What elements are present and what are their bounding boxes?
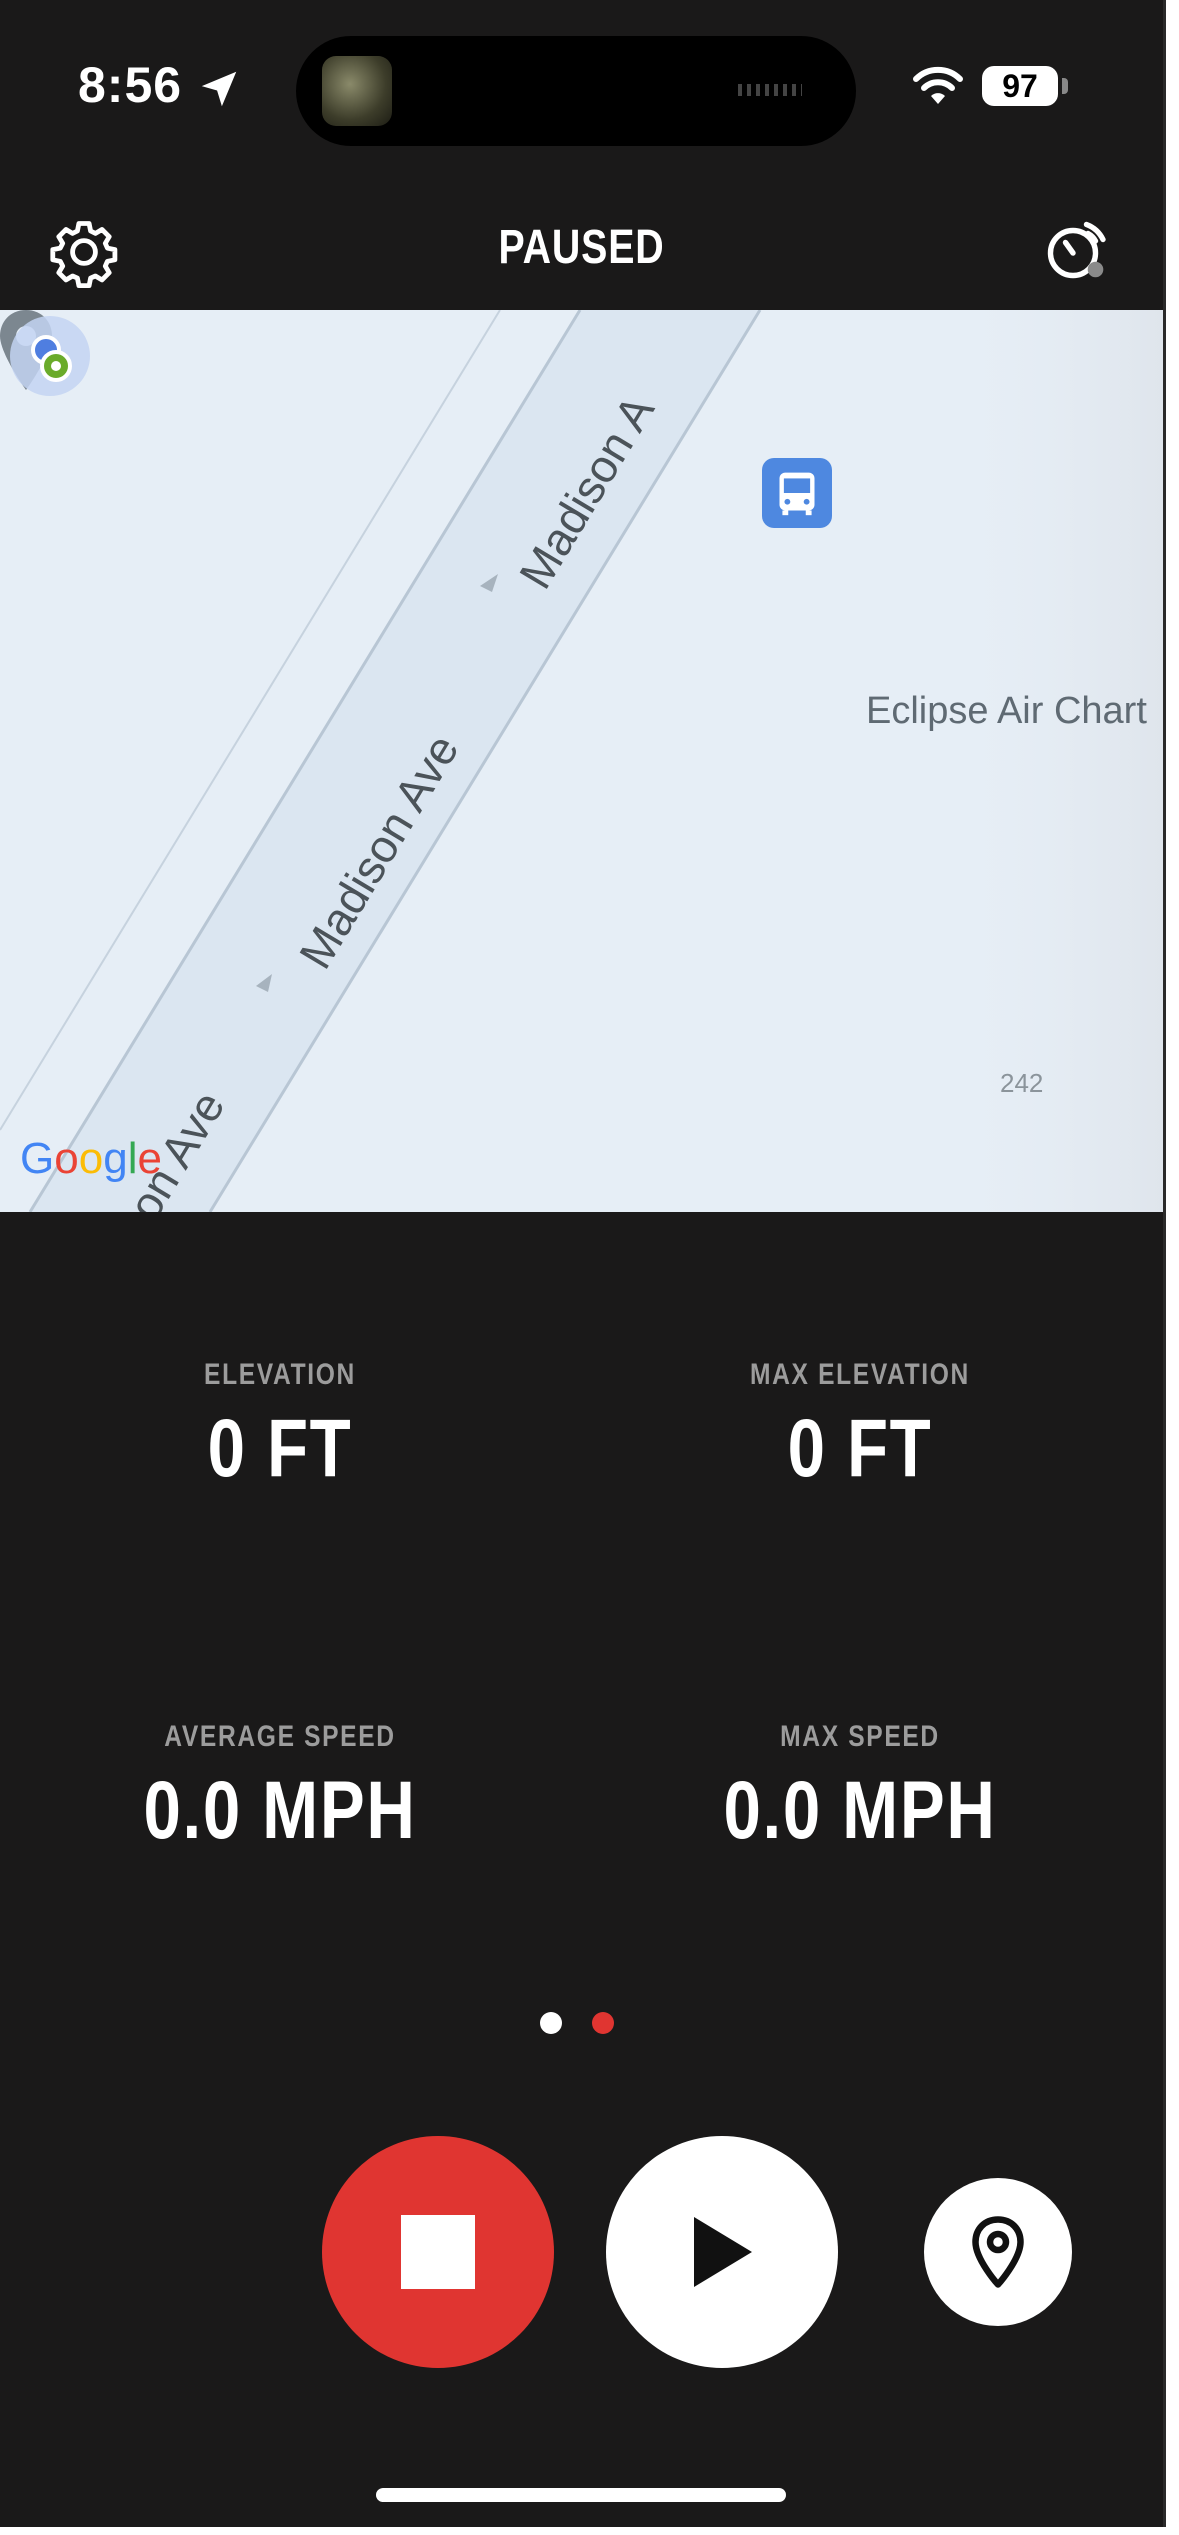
stat-value: 0 FT xyxy=(207,1403,353,1494)
current-location-icon xyxy=(10,316,90,396)
google-logo: Google xyxy=(20,1134,162,1183)
stat-elevation: ELEVATION 0 FT xyxy=(0,1358,560,1496)
stats-panel: ELEVATION 0 FT MAX ELEVATION 0 FT AVERAG… xyxy=(0,1212,1163,2012)
road-number-label: 242 xyxy=(1000,1068,1044,1098)
page-indicator[interactable] xyxy=(540,2012,640,2042)
auto-pause-timer-icon[interactable] xyxy=(1040,214,1112,286)
waveform-indicator xyxy=(738,84,802,96)
app-screen: 8:56 97 PAUSED Madison A Madison Ave iso… xyxy=(0,0,1166,2527)
app-header: PAUSED xyxy=(0,170,1163,310)
page-title: PAUSED xyxy=(498,221,665,274)
battery-cap xyxy=(1062,78,1068,94)
stat-label: MAX ELEVATION xyxy=(750,1358,970,1391)
page-dot-1[interactable] xyxy=(540,2012,562,2034)
stat-value: 0.0 MPH xyxy=(723,1765,997,1856)
dynamic-island xyxy=(296,36,856,146)
stat-label: AVERAGE SPEED xyxy=(164,1720,396,1753)
status-time: 8:56 xyxy=(78,57,183,113)
now-playing-thumbnail xyxy=(322,56,392,126)
resume-button[interactable] xyxy=(606,2136,838,2368)
wifi-icon xyxy=(913,66,963,104)
stat-max-elevation: MAX ELEVATION 0 FT xyxy=(580,1358,1140,1496)
map-view[interactable]: Madison A Madison Ave ison Ave Eclipse A… xyxy=(0,310,1163,1212)
status-bar: 8:56 97 xyxy=(0,0,1163,170)
place-label[interactable]: Eclipse Air Chart xyxy=(866,690,1147,733)
page-dot-2-active[interactable] xyxy=(592,2012,614,2034)
home-indicator[interactable] xyxy=(376,2488,786,2502)
stop-button[interactable] xyxy=(322,2136,554,2368)
location-pin-icon xyxy=(972,2216,1024,2288)
stat-label: ELEVATION xyxy=(204,1358,356,1391)
battery-level: 97 xyxy=(982,66,1058,106)
location-services-icon xyxy=(201,71,237,107)
stat-average-speed: AVERAGE SPEED 0.0 MPH xyxy=(0,1720,560,1858)
stat-value: 0 FT xyxy=(787,1403,933,1494)
play-icon xyxy=(694,2217,752,2287)
stop-icon xyxy=(401,2215,475,2289)
stat-label: MAX SPEED xyxy=(780,1720,940,1753)
stat-value: 0.0 MPH xyxy=(143,1765,417,1856)
stat-max-speed: MAX SPEED 0.0 MPH xyxy=(580,1720,1140,1858)
recenter-location-button[interactable] xyxy=(924,2178,1072,2326)
bus-stop-icon[interactable] xyxy=(762,458,832,528)
